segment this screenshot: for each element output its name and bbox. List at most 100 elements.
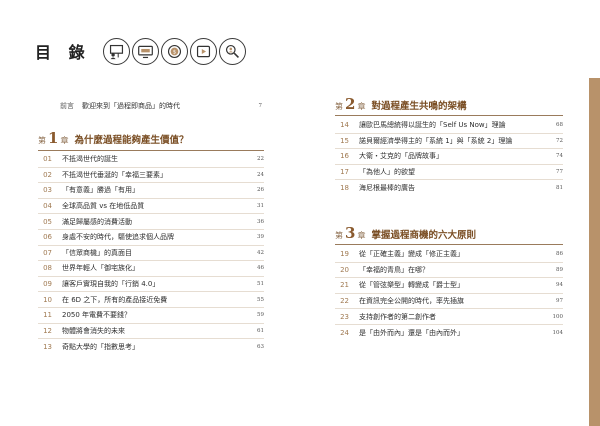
entry-title: 「為他人」的欲望 — [359, 168, 415, 177]
toc-entry[interactable]: 05 滿足歸屬感的消費活動 36 — [38, 214, 264, 230]
entry-number: 22 — [340, 297, 349, 306]
entry-number: 08 — [43, 264, 52, 273]
toc-entry[interactable]: 02 不抵渴世代垂涎的「幸福三要素」 24 — [38, 168, 264, 184]
toc-entry[interactable]: 13 奇點大學的「指數思考」 63 — [38, 339, 264, 355]
entry-title: 「幸福的青鳥」在哪？ — [359, 265, 429, 274]
chapter-3-list: 19 從「正確主義」變成「修正主義」 86 20 「幸福的青鳥」在哪？ 89 21 從「管弦樂… — [335, 247, 563, 341]
chapter-suffix: 章 — [357, 102, 366, 111]
chapter-1-list: 01 不抵渴世代的誕生 22 02 不抵渴世代垂涎的「幸福三要素」 24 03 「有意義」勝過… — [38, 152, 264, 355]
chapter-title: 掌握過程商機的六大原則 — [371, 230, 476, 241]
entry-page: 81 — [556, 185, 563, 192]
entry-title: 支持創作者的第二創作者 — [359, 312, 436, 321]
chapter-3-rule — [335, 244, 563, 245]
toc-entry[interactable]: 20 「幸福的青鳥」在哪？ 89 — [335, 263, 563, 279]
toc-entry[interactable]: 03 「有意義」勝過「有用」 26 — [38, 183, 264, 199]
entry-number: 02 — [43, 170, 52, 179]
toc-entry[interactable]: 01 不抵渴世代的誕生 22 — [38, 152, 264, 168]
chapter-3-heading[interactable]: 第 3 章 掌握過程商機的六大原則 — [335, 224, 476, 242]
entry-page: 24 — [257, 171, 264, 178]
preface-entry[interactable]: 前言 歡迎來到「過程即商品」的時代 7 — [60, 101, 262, 111]
chapter-1-rule — [38, 150, 264, 151]
toc-entry[interactable]: 07 「信眾商機」的真面目 42 — [38, 246, 264, 262]
entry-number: 18 — [340, 184, 349, 193]
entry-page: 86 — [556, 251, 563, 258]
chapter-number: 3 — [345, 224, 356, 242]
toc-entry[interactable]: 21 從「管弦樂型」轉變成「爵士型」 94 — [335, 278, 563, 294]
chapter-prefix: 第 — [335, 102, 343, 111]
entry-title: 大衛・艾克的「品牌故事」 — [359, 152, 443, 161]
entry-page: 51 — [257, 281, 264, 288]
presenter-icon — [102, 37, 130, 65]
entry-number: 23 — [340, 312, 349, 321]
toc-entry[interactable]: 24 是「由外而內」還是「由內而外」 104 — [335, 325, 563, 341]
entry-title: 全球高品質 vs 在地低品質 — [62, 202, 145, 211]
monitor-icon — [131, 37, 159, 65]
entry-title: 諾貝爾經濟學得主的「系統 1」與「系統 2」理論 — [359, 136, 513, 145]
entry-page: 72 — [556, 137, 563, 144]
toc-header: 目 錄 $ — [35, 33, 246, 69]
chapter-title: 對過程產生共鳴的架構 — [371, 101, 467, 112]
entry-page: 68 — [556, 122, 563, 129]
toc-entry[interactable]: 11 2050 年電費不要錢？ 59 — [38, 308, 264, 324]
entry-number: 11 — [43, 311, 52, 320]
svg-text:$: $ — [172, 49, 175, 55]
toc-entry[interactable]: 18 海尼根最棒的廣告 81 — [335, 180, 563, 196]
toc-entry[interactable]: 15 諾貝爾經濟學得主的「系統 1」與「系統 2」理論 72 — [335, 134, 563, 150]
play-icon — [189, 37, 217, 65]
entry-number: 01 — [43, 155, 52, 164]
toc-entry[interactable]: 17 「為他人」的欲望 77 — [335, 165, 563, 181]
entry-title: 是「由外而內」還是「由內而外」 — [359, 328, 464, 337]
entry-title: 讓歐巴馬總統得以誕生的「Self Us Now」理論 — [359, 121, 506, 130]
toc-entry[interactable]: 22 在資訊完全公開的時代，率先插旗 97 — [335, 294, 563, 310]
entry-number: 09 — [43, 280, 52, 289]
toc-entry[interactable]: 08 世界年輕人「御宅族化」 46 — [38, 261, 264, 277]
chapter-2-rule — [335, 115, 563, 116]
entry-number: 06 — [43, 233, 52, 242]
toc-entry[interactable]: 04 全球高品質 vs 在地低品質 31 — [38, 199, 264, 215]
entry-page: 77 — [556, 169, 563, 176]
toc-entry[interactable]: 16 大衛・艾克的「品牌故事」 74 — [335, 149, 563, 165]
chapter-number: 2 — [345, 95, 356, 113]
entry-page: 22 — [257, 156, 264, 163]
entry-title: 不抵渴世代垂涎的「幸福三要素」 — [62, 170, 167, 179]
preface-page: 7 — [258, 103, 263, 109]
entry-number: 05 — [43, 217, 52, 226]
entry-page: 104 — [552, 329, 564, 336]
entry-page: 100 — [552, 313, 564, 320]
entry-page: 89 — [556, 266, 563, 273]
entry-title: 海尼根最棒的廣告 — [359, 184, 415, 193]
chapter-number: 1 — [48, 129, 59, 147]
chapter-2-list: 14 讓歐巴馬總統得以誕生的「Self Us Now」理論 68 15 諾貝爾經濟學得主… — [335, 118, 563, 196]
toc-entry[interactable]: 12 物體將會消失的未來 61 — [38, 324, 264, 340]
chapter-title: 為什麼過程能夠產生價值？ — [74, 135, 189, 146]
entry-page: 97 — [556, 298, 563, 305]
toc-entry[interactable]: 23 支持創作者的第二創作者 100 — [335, 309, 563, 325]
entry-title: 物體將會消失的未來 — [62, 326, 125, 335]
entry-title: 身處不安的時代，驅使追求個人品牌 — [62, 233, 174, 242]
toc-entry[interactable]: 09 讓客戶實現自我的「行銷 4.0」 51 — [38, 277, 264, 293]
magnifier-people-icon — [218, 37, 246, 65]
toc-entry[interactable]: 14 讓歐巴馬總統得以誕生的「Self Us Now」理論 68 — [335, 118, 563, 134]
toc-entry[interactable]: 19 從「正確主義」變成「修正主義」 86 — [335, 247, 563, 263]
entry-number: 17 — [340, 168, 349, 177]
page-title: 目 錄 — [35, 43, 91, 62]
entry-page: 74 — [556, 153, 563, 160]
entry-number: 19 — [340, 250, 349, 259]
chapter-1-heading[interactable]: 第 1 章 為什麼過程能夠產生價值？ — [38, 129, 189, 147]
entry-number: 12 — [43, 326, 52, 335]
entry-title: 在資訊完全公開的時代，率先插旗 — [359, 297, 464, 306]
entry-page: 59 — [257, 312, 264, 319]
chapter-suffix: 章 — [357, 231, 366, 240]
entry-title: 滿足歸屬感的消費活動 — [62, 217, 132, 226]
icon-row: $ — [102, 37, 246, 65]
entry-title: 「有意義」勝過「有用」 — [62, 186, 139, 195]
entry-title: 讓客戶實現自我的「行銷 4.0」 — [62, 280, 160, 289]
entry-title: 「信眾商機」的真面目 — [62, 248, 132, 257]
toc-entry[interactable]: 06 身處不安的時代，驅使追求個人品牌 39 — [38, 230, 264, 246]
toc-entry[interactable]: 10 在 6D 之下，所有的產品接近免費 55 — [38, 292, 264, 308]
entry-page: 26 — [257, 187, 264, 194]
chapter-2-heading[interactable]: 第 2 章 對過程產生共鳴的架構 — [335, 95, 467, 113]
entry-page: 46 — [257, 265, 264, 272]
coin-icon: $ — [160, 37, 188, 65]
entry-number: 16 — [340, 152, 349, 161]
